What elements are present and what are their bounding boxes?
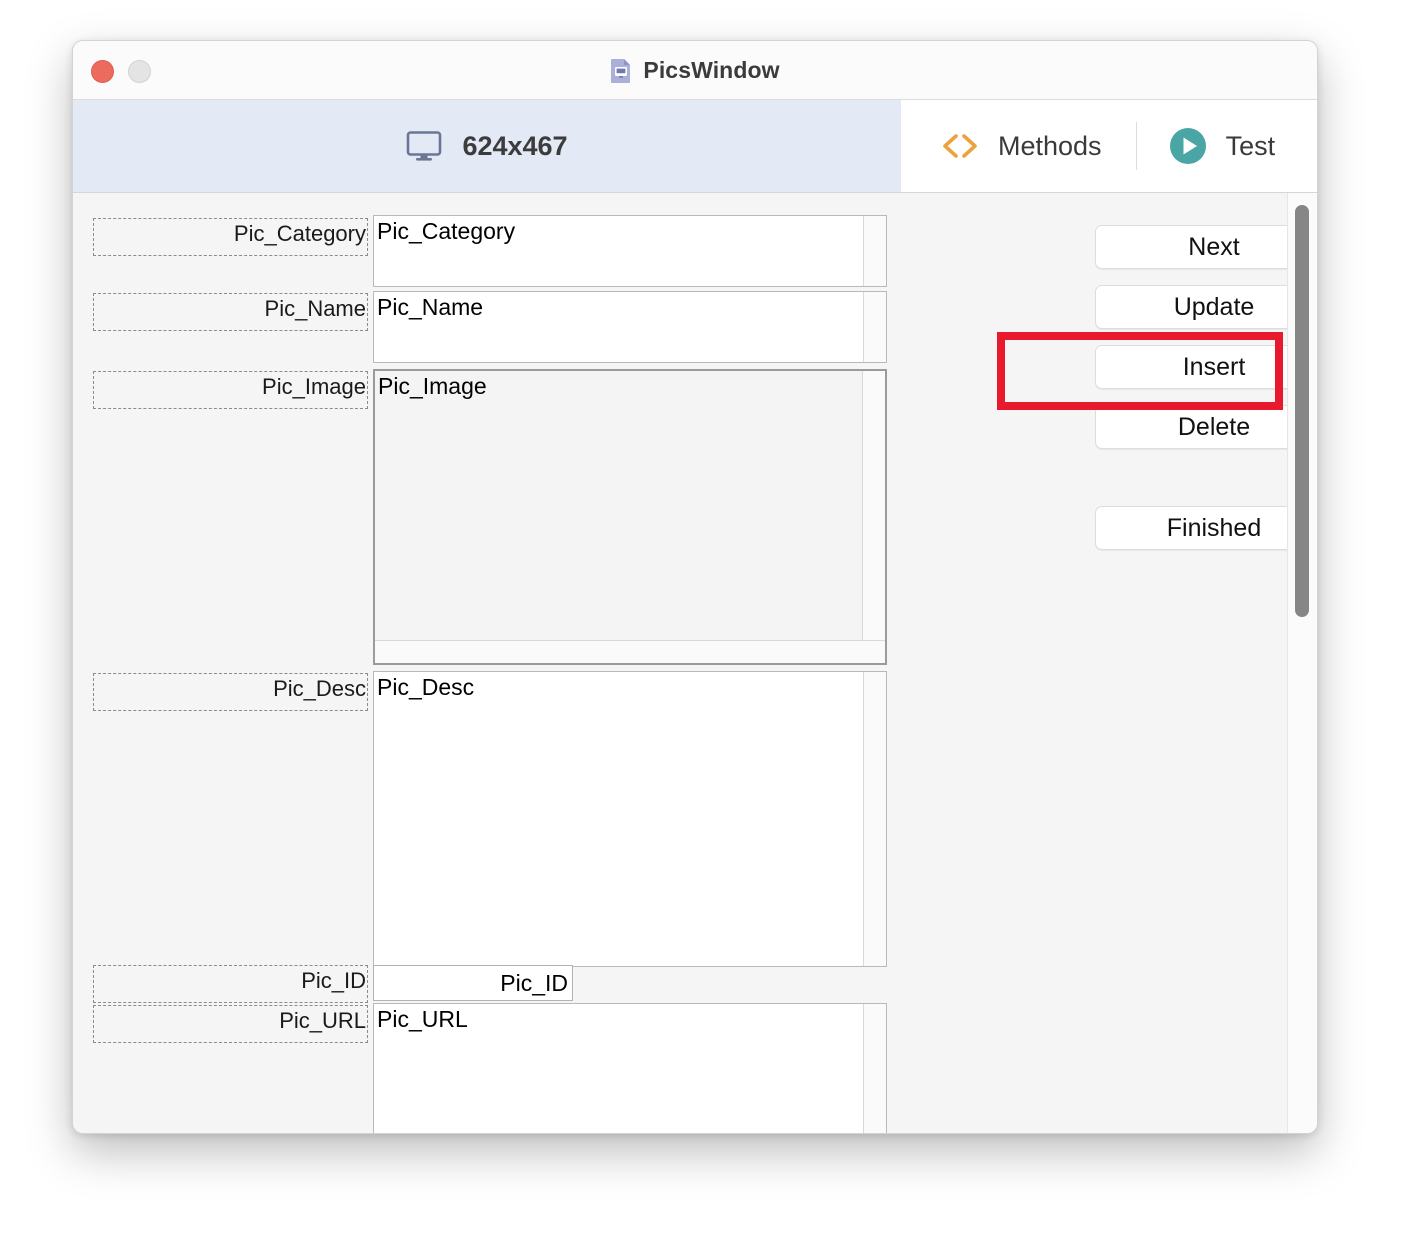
label-pic-desc: Pic_Desc	[93, 673, 368, 711]
scroll-gutter-vertical	[863, 216, 886, 286]
content-scrollbar[interactable]	[1287, 193, 1317, 1133]
window-title-group: PicsWindow	[610, 56, 780, 84]
minimize-button[interactable]	[128, 60, 151, 83]
scroll-gutter-vertical	[863, 1004, 886, 1133]
scroll-gutter-vertical	[863, 292, 886, 362]
label-pic-name: Pic_Name	[93, 293, 368, 331]
window-titlebar: PicsWindow	[73, 41, 1317, 100]
tab-methods[interactable]: Methods	[901, 100, 1136, 192]
app-window: PicsWindow 624x467 Methods Test Pic_Cate…	[72, 40, 1318, 1134]
scrollbar-thumb[interactable]	[1295, 205, 1309, 617]
input-pic-image[interactable]: Pic_Image	[373, 369, 887, 665]
scroll-gutter-vertical	[863, 672, 886, 966]
label-pic-category: Pic_Category	[93, 218, 368, 256]
window-size-label: 624x467	[462, 130, 568, 161]
tab-test-label: Test	[1225, 130, 1276, 161]
play-circle-icon	[1167, 125, 1209, 167]
input-pic-id[interactable]: Pic_ID	[373, 965, 573, 1001]
window-toolbar: 624x467 Methods Test	[73, 100, 1317, 193]
screenshot-root: PicsWindow 624x467 Methods Test Pic_Cate…	[0, 0, 1418, 1240]
form-fields-column: Pic_Category Pic_Category Pic_Name Pic_N…	[73, 193, 1288, 1133]
close-button[interactable]	[91, 60, 114, 83]
label-pic-url: Pic_URL	[93, 1005, 368, 1043]
document-window-icon	[610, 58, 632, 83]
label-pic-image: Pic_Image	[93, 371, 368, 409]
input-pic-url[interactable]: Pic_URL	[373, 1003, 887, 1133]
input-pic-category[interactable]: Pic_Category	[373, 215, 887, 287]
update-button[interactable]: Update	[1095, 285, 1317, 329]
tab-test[interactable]: Test	[1136, 100, 1306, 192]
tab-methods-label: Methods	[998, 130, 1102, 161]
scroll-gutter-vertical	[862, 371, 885, 663]
form-content-area: Pic_Category Pic_Category Pic_Name Pic_N…	[73, 193, 1317, 1133]
insert-button[interactable]: Insert	[1095, 345, 1317, 389]
monitor-icon	[406, 130, 442, 162]
code-brackets-icon	[939, 131, 981, 161]
tab-window-size[interactable]: 624x467	[73, 100, 901, 192]
input-pic-name[interactable]: Pic_Name	[373, 291, 887, 363]
scroll-gutter-horizontal	[375, 640, 885, 663]
delete-button[interactable]: Delete	[1095, 405, 1317, 449]
next-button[interactable]: Next	[1095, 225, 1317, 269]
window-title: PicsWindow	[643, 56, 780, 83]
input-pic-desc[interactable]: Pic_Desc	[373, 671, 887, 967]
finished-button[interactable]: Finished	[1095, 506, 1317, 550]
window-controls	[91, 60, 151, 83]
label-pic-id: Pic_ID	[93, 965, 368, 1003]
